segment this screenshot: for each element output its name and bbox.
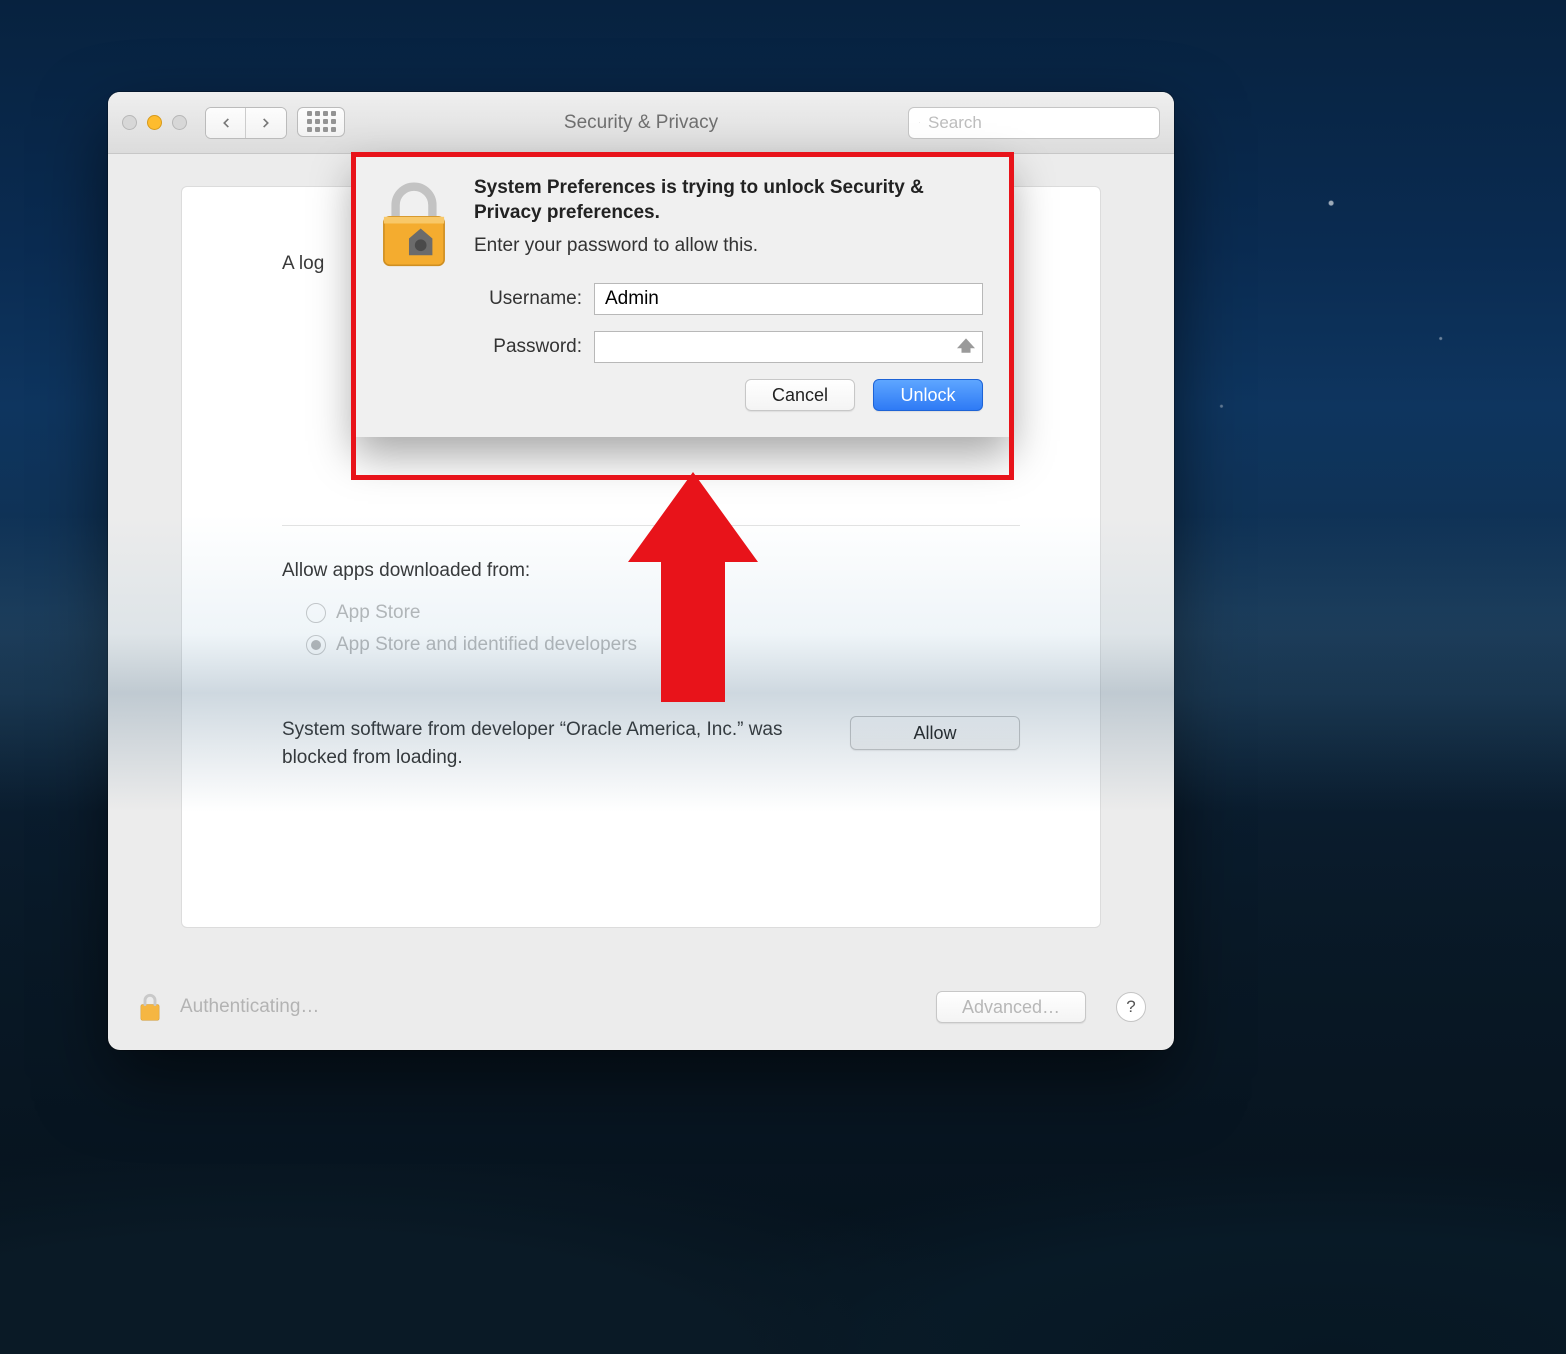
nav-segmented-control bbox=[205, 107, 287, 139]
chevron-left-icon bbox=[219, 116, 233, 130]
blocked-software-text: System software from developer “Oracle A… bbox=[282, 716, 820, 771]
window-titlebar: Security & Privacy bbox=[108, 92, 1174, 154]
zoom-window-button[interactable] bbox=[172, 115, 187, 130]
show-all-button[interactable] bbox=[297, 107, 345, 137]
allow-button[interactable]: Allow bbox=[850, 716, 1020, 750]
traffic-lights bbox=[122, 115, 187, 130]
padlock-icon bbox=[136, 992, 164, 1022]
search-input[interactable] bbox=[928, 113, 1149, 133]
blocked-software-row: System software from developer “Oracle A… bbox=[282, 716, 1020, 771]
minimize-window-button[interactable] bbox=[147, 115, 162, 130]
advanced-button[interactable]: Advanced… bbox=[936, 991, 1086, 1023]
search-field[interactable] bbox=[908, 107, 1160, 139]
lock-icon[interactable] bbox=[136, 992, 164, 1022]
grid-icon bbox=[307, 111, 336, 132]
radio-label: App Store bbox=[336, 602, 421, 624]
annotation-highlight-box bbox=[351, 152, 1014, 480]
radio-label: App Store and identified developers bbox=[336, 634, 637, 656]
close-window-button[interactable] bbox=[122, 115, 137, 130]
window-footer: Authenticating… Advanced… ? bbox=[108, 964, 1174, 1050]
desktop-wallpaper: Security & Privacy A log Allow apps down… bbox=[0, 0, 1566, 1354]
chevron-right-icon bbox=[259, 116, 273, 130]
help-button[interactable]: ? bbox=[1116, 992, 1146, 1022]
nav-toolbar bbox=[205, 107, 345, 139]
radio-icon-selected bbox=[306, 635, 326, 655]
search-icon bbox=[919, 115, 920, 130]
annotation-arrow-icon bbox=[628, 472, 758, 702]
forward-button[interactable] bbox=[246, 108, 286, 138]
auth-status-text: Authenticating… bbox=[180, 996, 319, 1018]
preferences-window: Security & Privacy A log Allow apps down… bbox=[108, 92, 1174, 1050]
back-button[interactable] bbox=[206, 108, 246, 138]
radio-icon bbox=[306, 603, 326, 623]
